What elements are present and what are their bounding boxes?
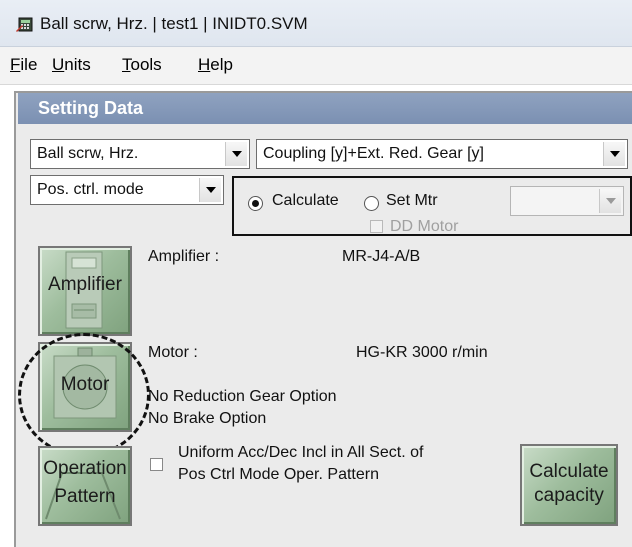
menu-tools-label: ools <box>130 55 162 74</box>
menu-units[interactable]: Units <box>52 55 91 75</box>
panel-header-title: Setting Data <box>38 98 144 118</box>
uniform-acc-dec-label-2: Pos Ctrl Mode Oper. Pattern <box>178 466 379 483</box>
title-bar: Ball scrw, Hrz. | test1 | INIDT0.SVM <box>0 0 632 47</box>
window-title: Ball scrw, Hrz. | test1 | INIDT0.SVM <box>40 14 308 33</box>
menu-file-mnemonic: F <box>10 55 21 74</box>
amplifier-button[interactable]: Amplifier <box>38 246 132 336</box>
motor-label: Motor : <box>148 344 198 361</box>
app-icon <box>16 17 33 32</box>
set-mtr-radio[interactable] <box>364 196 379 211</box>
set-mtr-radio-label: Set Mtr <box>386 192 438 209</box>
amplifier-button-label: Amplifier <box>48 274 122 295</box>
operation-pattern-button[interactable]: Operation Pattern <box>38 446 132 526</box>
menu-bar: File Units Tools Help <box>0 47 632 85</box>
operation-pattern-label-1: Operation <box>43 458 127 479</box>
dd-motor-label: DD Motor <box>390 218 459 235</box>
control-mode-select[interactable]: Pos. ctrl. mode <box>30 175 224 205</box>
menu-help-mnemonic: H <box>198 55 211 74</box>
control-mode-select-value: Pos. ctrl. mode <box>37 181 144 198</box>
motor-value: HG-KR 3000 r/min <box>356 344 488 361</box>
amplifier-value: MR-J4-A/B <box>342 248 421 265</box>
dashed-highlight-circle <box>18 333 150 457</box>
motor-model-select[interactable] <box>510 186 624 216</box>
menu-help-label: elp <box>210 55 233 74</box>
coupling-select-value: Coupling [y]+Ext. Red. Gear [y] <box>263 145 484 162</box>
uniform-acc-dec-checkbox[interactable] <box>150 458 163 471</box>
panel-header: Setting Data <box>18 93 632 124</box>
operation-pattern-label-2: Pattern <box>54 486 116 507</box>
chevron-down-icon[interactable] <box>199 178 221 202</box>
calculate-capacity-label-2: capacity <box>534 485 604 506</box>
dd-motor-checkbox[interactable] <box>370 220 383 233</box>
calculate-radio[interactable] <box>248 196 263 211</box>
chevron-down-icon[interactable] <box>225 142 247 166</box>
menu-help[interactable]: Help <box>198 55 233 75</box>
reduction-gear-text: No Reduction Gear Option <box>148 388 337 405</box>
brake-text: No Brake Option <box>148 410 267 427</box>
menu-tools-mnemonic: T <box>122 55 131 74</box>
calculate-capacity-button[interactable]: Calculate capacity <box>520 444 618 526</box>
mechanism-select-value: Ball scrw, Hrz. <box>37 145 139 162</box>
uniform-acc-dec-label-1: Uniform Acc/Dec Incl in All Sect. of <box>178 444 424 461</box>
amplifier-label: Amplifier : <box>148 248 220 265</box>
menu-file[interactable]: File <box>10 55 37 75</box>
chevron-down-icon[interactable] <box>603 142 625 166</box>
menu-tools[interactable]: Tools <box>122 55 162 75</box>
coupling-select[interactable]: Coupling [y]+Ext. Red. Gear [y] <box>256 139 628 169</box>
chevron-down-icon[interactable] <box>599 189 621 213</box>
calculate-capacity-label-1: Calculate <box>529 461 609 482</box>
menu-units-label: nits <box>64 55 91 74</box>
calculate-radio-label: Calculate <box>272 192 339 209</box>
menu-file-label: ile <box>20 55 38 74</box>
menu-units-mnemonic: U <box>52 55 65 74</box>
mechanism-select[interactable]: Ball scrw, Hrz. <box>30 139 250 169</box>
